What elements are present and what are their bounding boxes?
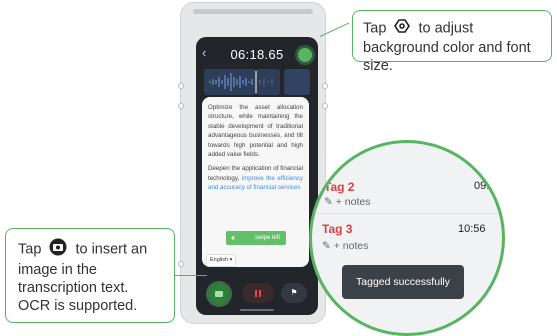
settings-icon[interactable]	[298, 48, 312, 62]
pause-button[interactable]	[242, 283, 274, 303]
callout-camera-tip: Tap to insert an image in the transcript…	[5, 228, 175, 323]
edit-icon: ✎	[322, 240, 331, 252]
add-notes-button[interactable]: ✎ + notes	[324, 196, 370, 208]
phone-top-bar	[193, 9, 313, 14]
phone-side-dot	[178, 103, 184, 109]
callout-text: Tap	[363, 20, 387, 37]
phone-side-dot	[322, 83, 328, 89]
transcription-paragraph: Deepen the application of financial tech…	[208, 164, 303, 192]
tag-time: 09:	[474, 180, 490, 192]
add-notes-button[interactable]: ✎ + notes	[322, 240, 368, 252]
camera-icon	[49, 238, 67, 261]
waveform-thumbnail	[284, 69, 310, 95]
home-indicator	[240, 309, 274, 311]
phone-screen: ‹ 06:18.65 Optimize the asset allocation…	[196, 37, 318, 315]
tag-label[interactable]: Tag 2	[324, 180, 354, 194]
language-label: English	[210, 257, 229, 263]
divider	[312, 213, 502, 214]
phone-side-dot	[322, 103, 328, 109]
toast-message: Tagged successfully	[342, 265, 464, 299]
transcription-card: Optimize the asset allocation structure,…	[202, 97, 309, 268]
tag-label[interactable]: Tag 3	[322, 222, 352, 236]
callout-text: to adjust background color and font size…	[363, 20, 531, 74]
notes-label: + notes	[333, 240, 369, 252]
flag-icon[interactable]: ⚑	[281, 283, 307, 303]
magnified-tag-list: Tag 2 09: ✎ + notes Tag 3 10:56 ✎ + note…	[309, 140, 505, 336]
swipe-label: swipe left	[254, 235, 280, 241]
swipe-left-button[interactable]: ‹‹‹ swipe left	[226, 231, 286, 245]
double-chevron-left-icon: ‹‹‹	[231, 233, 235, 242]
transcription-paragraph: Optimize the asset allocation structure,…	[208, 104, 303, 159]
settings-icon	[394, 18, 411, 39]
page-indicator	[252, 272, 262, 285]
tag-time: 10:56	[458, 223, 486, 235]
camera-icon[interactable]	[209, 284, 229, 304]
phone-side-dot	[178, 261, 184, 267]
callout-connector-bottom	[175, 275, 207, 276]
callout-settings-tip: Tap to adjust background color and font …	[352, 10, 552, 74]
callout-text: Tap	[18, 241, 42, 258]
language-selector[interactable]: English ▾	[206, 254, 237, 268]
pause-icon	[255, 290, 257, 297]
recording-header: ‹ 06:18.65	[196, 45, 318, 63]
phone-side-dot	[178, 83, 184, 89]
edit-icon: ✎	[324, 196, 333, 208]
notes-label: + notes	[335, 196, 371, 208]
waveform	[204, 69, 280, 95]
